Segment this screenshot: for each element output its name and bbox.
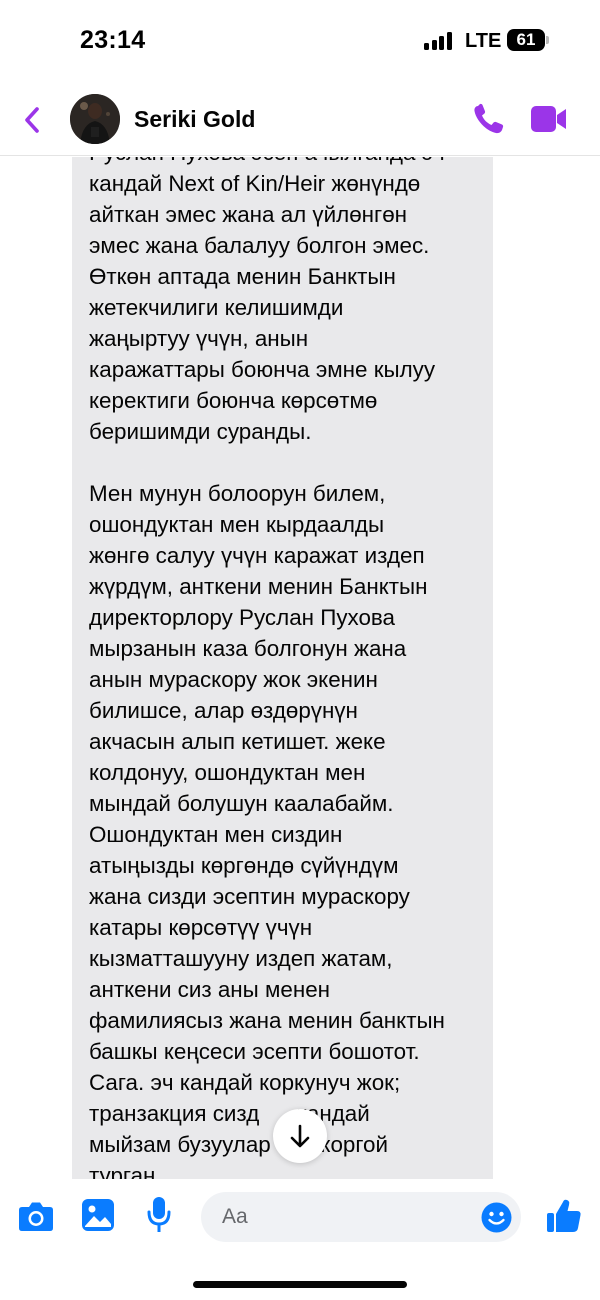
cellular-signal-icon bbox=[424, 32, 454, 50]
home-indicator bbox=[193, 1281, 407, 1288]
message-line: Өткөн аптада менин Банктын bbox=[89, 264, 396, 289]
message-line: катары көрсөтүү үчүн bbox=[89, 915, 313, 940]
battery-icon: 61 bbox=[507, 29, 545, 51]
message-line: фамилиясыз жана менин банктын bbox=[89, 1008, 445, 1033]
message-line: анткени сиз аны менен bbox=[89, 977, 331, 1002]
message-line: кызматташууну издеп жатам, bbox=[89, 946, 393, 971]
message-line: колдонуу, ошондуктан мен bbox=[89, 760, 366, 785]
back-button[interactable] bbox=[18, 102, 48, 138]
smiley-icon bbox=[481, 1202, 512, 1233]
message-line: акчасын алып кетишет. жеке bbox=[89, 729, 386, 754]
message-line: беришимди суранды. bbox=[89, 419, 312, 444]
message-line: мындай болушун каалабайм. bbox=[89, 791, 394, 816]
thumbs-up-icon bbox=[547, 1199, 581, 1232]
contact-photo bbox=[70, 94, 120, 144]
message-line: жетекчилиги келишимди bbox=[89, 295, 344, 320]
video-call-button[interactable] bbox=[530, 102, 568, 136]
message-line: директорлору Руслан Пухова bbox=[89, 605, 396, 630]
chevron-left-icon bbox=[25, 107, 39, 133]
message-line: анын мураскору жок экенин bbox=[89, 667, 378, 692]
message-line: жаңыртуу үчүн, анын bbox=[89, 326, 309, 351]
conversation-header: Seriki Gold bbox=[0, 82, 600, 156]
message-line: жүрдүм, анткени менин Банктын bbox=[89, 574, 428, 599]
status-bar: 23:14 LTE 61 bbox=[0, 0, 600, 82]
network-type: LTE bbox=[465, 30, 502, 52]
message-line: кандай Next of Kin/Heir жөнүндө bbox=[89, 171, 421, 196]
message-input[interactable] bbox=[222, 1192, 472, 1242]
avatar[interactable] bbox=[70, 94, 120, 144]
scroll-to-bottom-button[interactable] bbox=[273, 1109, 327, 1163]
contact-name[interactable]: Seriki Gold bbox=[134, 106, 255, 133]
microphone-button[interactable] bbox=[146, 1195, 172, 1235]
emoji-button[interactable] bbox=[481, 1202, 512, 1233]
message-line: Мен мунун болоорун билем, bbox=[89, 481, 386, 506]
like-button[interactable] bbox=[545, 1197, 583, 1235]
image-icon bbox=[82, 1199, 114, 1231]
message-line: эмес жана балалуу болгон эмес. bbox=[89, 233, 430, 258]
message-line: Сага. эч кандай коркунуч жок; bbox=[89, 1070, 401, 1095]
message-line: керектиги боюнча көрсөтмө bbox=[89, 388, 378, 413]
video-camera-icon bbox=[531, 106, 566, 132]
message-list[interactable]: Руслан Пухова эсеп ачылганда эч кандай N… bbox=[0, 157, 600, 1179]
camera-icon bbox=[19, 1202, 53, 1231]
message-line: Ошондуктан мен сиздин bbox=[89, 822, 343, 847]
message-composer bbox=[0, 1179, 600, 1259]
microphone-icon bbox=[147, 1197, 171, 1232]
message-input-field[interactable] bbox=[201, 1192, 521, 1242]
audio-call-button[interactable] bbox=[470, 100, 508, 138]
message-line: билишсе, алар өздөрүнүн bbox=[89, 698, 358, 723]
message-line: Руслан Пухова эсеп ачылганда эч bbox=[89, 157, 479, 168]
message-line: жана сизди эсептин мураскору bbox=[89, 884, 410, 909]
status-time: 23:14 bbox=[80, 26, 146, 54]
message-line: башкы кеңсеси эсепти бошотот. bbox=[89, 1039, 420, 1064]
arrow-down-icon bbox=[290, 1124, 310, 1148]
phone-icon bbox=[474, 103, 504, 134]
message-line: атыңызды көргөндө сүйүндүм bbox=[89, 853, 399, 878]
message-bubble: Руслан Пухова эсеп ачылганда эч кандай N… bbox=[72, 157, 493, 1179]
message-line: ошондуктан мен кырдаалды bbox=[89, 512, 385, 537]
message-line: каражаттары боюнча эмне кылуу bbox=[89, 357, 436, 382]
message-line: жөнгө салуу үчүн каражат издеп bbox=[89, 543, 425, 568]
message-line: мырзанын каза болгонун жана bbox=[89, 636, 407, 661]
battery-cap bbox=[546, 36, 549, 44]
message-line: айткан эмес жана ал үйлөнгөн bbox=[89, 202, 408, 227]
gallery-button[interactable] bbox=[81, 1198, 115, 1232]
camera-button[interactable] bbox=[18, 1199, 54, 1233]
